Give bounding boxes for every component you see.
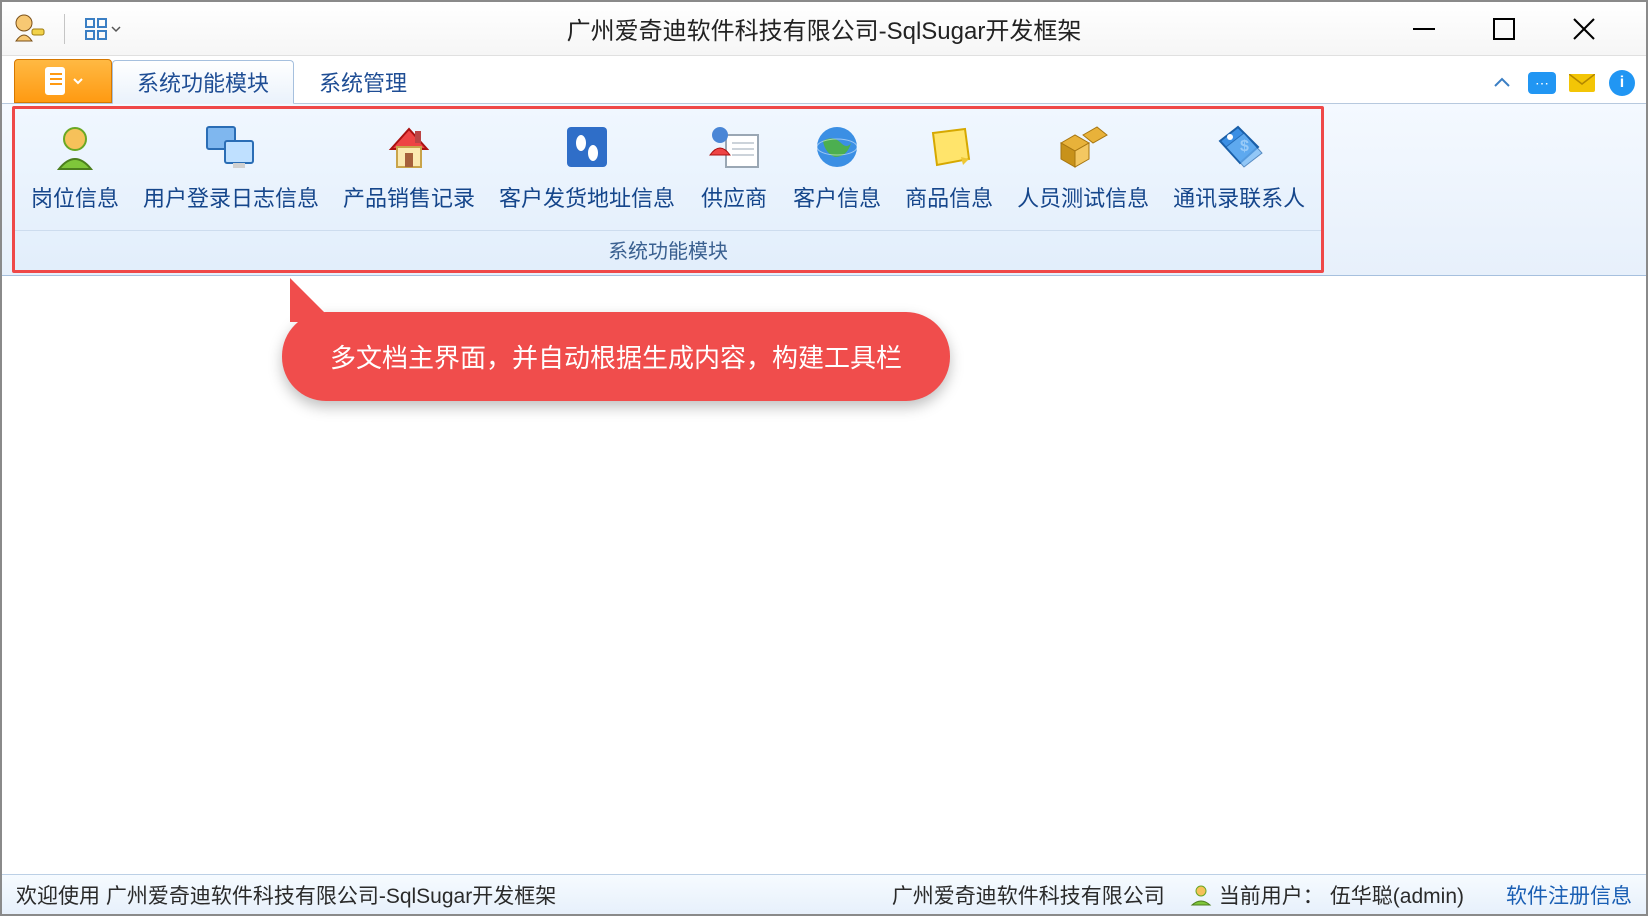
info-button[interactable]: i	[1608, 69, 1636, 97]
ribbon-label: 商品信息	[905, 181, 993, 213]
ribbon-label: 用户登录日志信息	[143, 181, 319, 213]
status-user-label: 当前用户：	[1219, 880, 1324, 910]
file-tab[interactable]	[14, 59, 112, 103]
house-icon	[381, 119, 437, 175]
ribbon-group-system-functions: 岗位信息 用户登录日志信息	[12, 106, 1324, 273]
status-register-link[interactable]: 软件注册信息	[1506, 880, 1632, 910]
ribbon-btn-position-info[interactable]: 岗位信息	[21, 115, 129, 230]
window-title: 广州爱奇迪软件科技有限公司-SqlSugar开发框架	[2, 11, 1646, 46]
qat-layout-button[interactable]	[81, 16, 125, 42]
ribbon-label: 供应商	[701, 181, 767, 213]
ribbon-btn-staff-test[interactable]: 人员测试信息	[1007, 115, 1159, 230]
chevron-down-icon	[111, 24, 121, 34]
maximize-button[interactable]	[1486, 11, 1522, 47]
window-controls	[1406, 11, 1646, 47]
ribbon-label: 岗位信息	[31, 181, 119, 213]
ribbon-label: 产品销售记录	[343, 181, 475, 213]
callout-tail	[290, 278, 334, 322]
ribbon-btn-sales-record[interactable]: 产品销售记录	[333, 115, 485, 230]
application-window: 广州爱奇迪软件科技有限公司-SqlSugar开发框架 系统功能模块 系统	[0, 0, 1648, 916]
ribbon-label: 人员测试信息	[1017, 181, 1149, 213]
ribbon-panel: 岗位信息 用户登录日志信息	[2, 104, 1646, 276]
info-icon: i	[1609, 70, 1635, 96]
callout-text: 多文档主界面，并自动根据生成内容，构建工具栏	[330, 343, 902, 373]
annotation-callout: 多文档主界面，并自动根据生成内容，构建工具栏	[282, 312, 950, 401]
ribbon-btn-product-info[interactable]: 商品信息	[895, 115, 1003, 230]
ribbon-btn-login-log[interactable]: 用户登录日志信息	[133, 115, 329, 230]
mail-button[interactable]	[1568, 69, 1596, 97]
document-icon	[43, 66, 69, 96]
status-welcome: 欢迎使用 广州爱奇迪软件科技有限公司-SqlSugar开发框架	[16, 880, 556, 910]
grid-icon	[85, 18, 107, 40]
note-icon	[921, 119, 977, 175]
messages-button[interactable]: ⋯	[1528, 69, 1556, 97]
title-bar: 广州爱奇迪软件科技有限公司-SqlSugar开发框架	[2, 2, 1646, 56]
ribbon-label: 通讯录联系人	[1173, 181, 1305, 213]
chevron-up-icon	[1493, 77, 1511, 89]
user-icon	[1189, 883, 1213, 907]
ribbon-tabstrip: 系统功能模块 系统管理 ⋯ i	[2, 56, 1646, 104]
close-button[interactable]	[1566, 11, 1602, 47]
footprint-icon	[559, 119, 615, 175]
qat-divider	[64, 14, 65, 44]
callout-bubble: 多文档主界面，并自动根据生成内容，构建工具栏	[282, 312, 950, 401]
ribbon-buttons-row: 岗位信息 用户登录日志信息	[15, 109, 1321, 230]
content-area: 多文档主界面，并自动根据生成内容，构建工具栏	[2, 276, 1646, 874]
tab-system-management[interactable]: 系统管理	[294, 59, 432, 103]
ribbon-btn-customer-info[interactable]: 客户信息	[783, 115, 891, 230]
mail-icon	[1569, 74, 1595, 92]
price-tag-icon: $	[1211, 119, 1267, 175]
minimize-button[interactable]	[1406, 11, 1442, 47]
ribbon-btn-supplier[interactable]: 供应商	[689, 115, 779, 230]
ribbon-group-title: 系统功能模块	[15, 230, 1321, 270]
ribbon-label: 客户信息	[793, 181, 881, 213]
user-icon	[47, 119, 103, 175]
monitors-icon	[203, 119, 259, 175]
status-user-value: 伍华聪(admin)	[1330, 880, 1464, 910]
globe-icon	[809, 119, 865, 175]
chevron-down-icon	[73, 76, 83, 86]
app-icon	[8, 9, 48, 49]
ribbon-btn-contacts[interactable]: $ 通讯录联系人	[1163, 115, 1315, 230]
boxes-icon	[1055, 119, 1111, 175]
status-company: 广州爱奇迪软件科技有限公司	[892, 880, 1165, 910]
ribbon-btn-shipping-address[interactable]: 客户发货地址信息	[489, 115, 685, 230]
status-bar: 欢迎使用 广州爱奇迪软件科技有限公司-SqlSugar开发框架 广州爱奇迪软件科…	[2, 874, 1646, 914]
tabstrip-right-icons: ⋯ i	[1488, 69, 1636, 97]
contact-card-icon	[706, 119, 762, 175]
ribbon-label: 客户发货地址信息	[499, 181, 675, 213]
message-icon: ⋯	[1528, 72, 1556, 94]
status-current-user: 当前用户：伍华聪(admin)	[1189, 880, 1464, 910]
titlebar-left	[2, 9, 125, 49]
collapse-ribbon-button[interactable]	[1488, 69, 1516, 97]
tab-system-functions[interactable]: 系统功能模块	[112, 60, 294, 104]
